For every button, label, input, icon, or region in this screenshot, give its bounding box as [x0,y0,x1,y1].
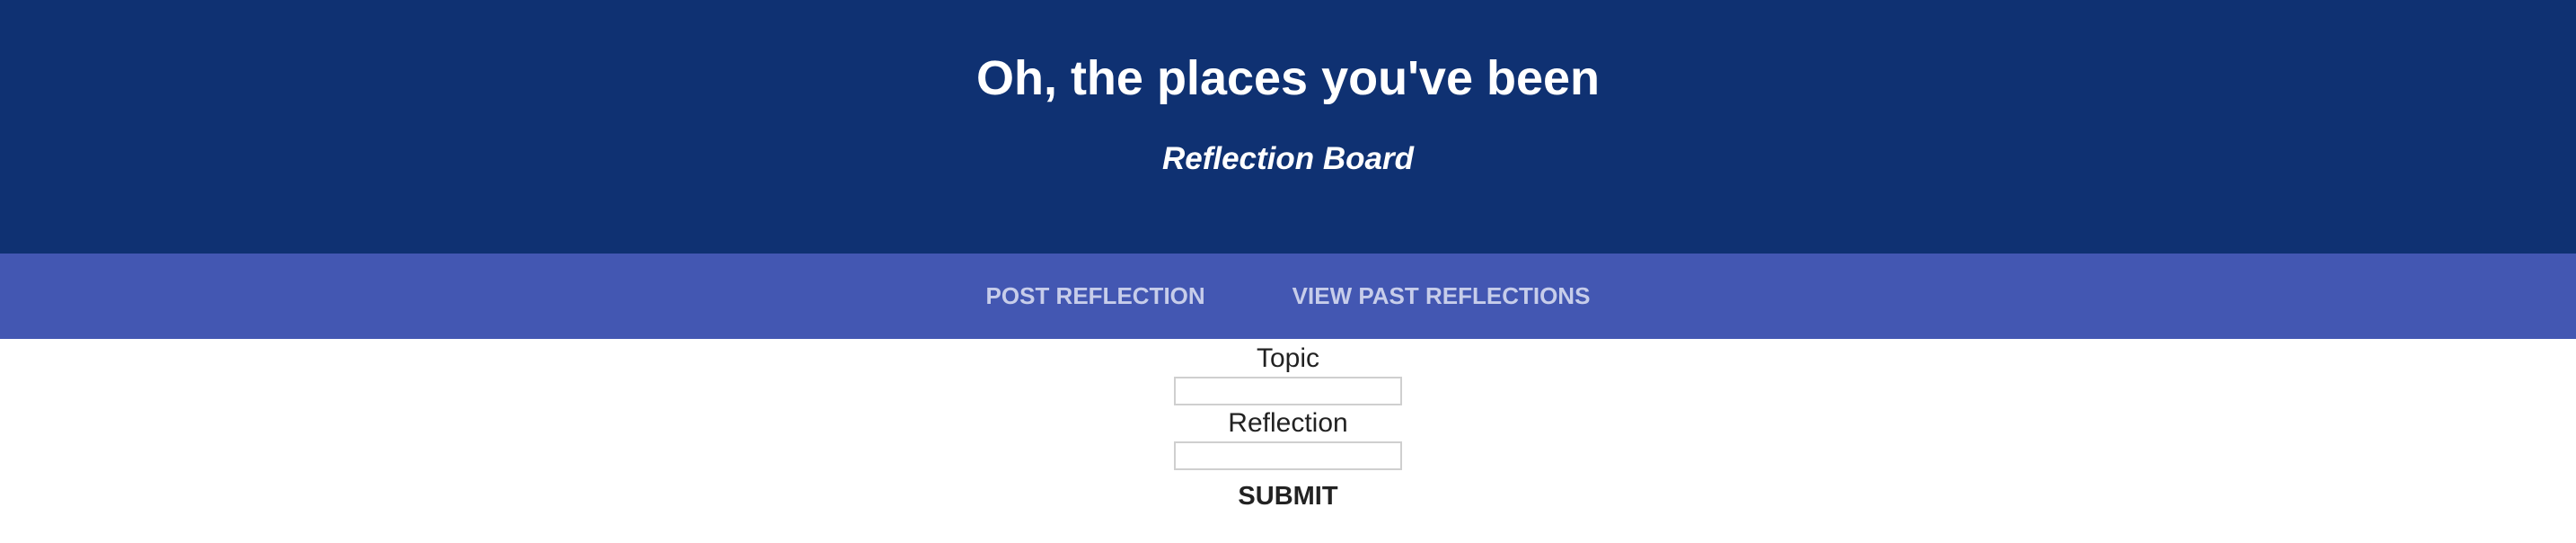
page-subtitle: Reflection Board [1161,141,1415,176]
topic-label: Topic [1256,343,1320,373]
reflection-label: Reflection [1228,408,1348,438]
nav-post-reflection[interactable]: POST REFLECTION [986,282,1205,310]
nav-view-past-reflections[interactable]: VIEW PAST REFLECTIONS [1292,282,1591,310]
topic-input[interactable] [1174,377,1402,405]
submit-button[interactable]: SUBMIT [1238,481,1337,512]
reflection-form: Topic Reflection SUBMIT [0,339,2576,512]
nav-bar: POST REFLECTION VIEW PAST REFLECTIONS [0,254,2576,339]
page-title: Oh, the places you've been [975,51,1601,105]
reflection-input[interactable] [1174,441,1402,470]
page-header: Oh, the places you've been Reflection Bo… [0,0,2576,254]
